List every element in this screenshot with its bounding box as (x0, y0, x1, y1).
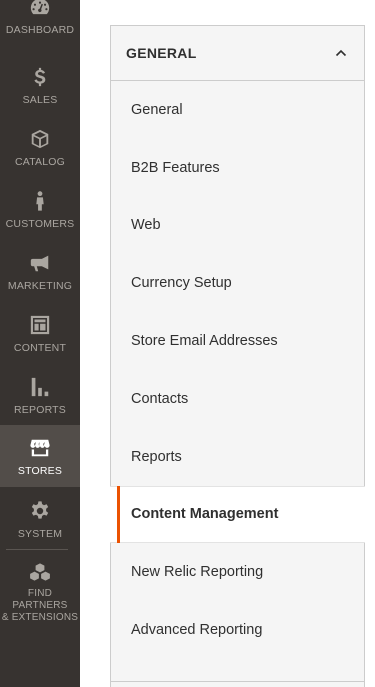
nav-label: SYSTEM (17, 528, 63, 540)
nav-item-sales[interactable]: SALES (0, 62, 80, 124)
nav-label: CATALOG (14, 156, 66, 168)
nav-item-customers[interactable]: CUSTOMERS (0, 186, 80, 248)
tab-reports[interactable]: Reports (111, 428, 364, 486)
tab-general[interactable]: General (111, 81, 364, 139)
person-icon (29, 190, 51, 212)
tab-b2b-features[interactable]: B2B Features (111, 139, 364, 197)
config-tab-list: General B2B Features Web Currency Setup … (110, 81, 365, 659)
nav-label: CUSTOMERS (5, 218, 75, 230)
panel-divider (111, 681, 364, 682)
nav-item-catalog[interactable]: CATALOG (0, 124, 80, 186)
config-tabs-panel: GENERAL General B2B Features Web Currenc… (110, 25, 365, 687)
admin-page: DASHBOARD SALES CATALOG CUSTOMERS MARKET (0, 0, 375, 687)
dashboard-icon (29, 0, 51, 18)
nav-label: DASHBOARD (5, 24, 75, 36)
megaphone-icon (29, 252, 51, 274)
bar-chart-icon (29, 376, 51, 398)
tab-web[interactable]: Web (111, 197, 364, 255)
tab-new-relic-reporting[interactable]: New Relic Reporting (111, 543, 364, 601)
tab-advanced-reporting[interactable]: Advanced Reporting (111, 601, 364, 659)
tab-currency-setup[interactable]: Currency Setup (111, 254, 364, 312)
cube-icon (29, 128, 51, 150)
section-title: GENERAL (126, 45, 197, 61)
boxes-icon (29, 562, 51, 584)
nav-label: REPORTS (14, 404, 66, 416)
storefront-icon (29, 437, 51, 459)
nav-label: MARKETING (7, 280, 73, 292)
nav-item-marketing[interactable]: MARKETING (0, 248, 80, 310)
gear-icon (29, 500, 51, 522)
tab-content-management[interactable]: Content Management (110, 485, 365, 544)
nav-label: CONTENT (13, 342, 67, 354)
nav-item-content[interactable]: CONTENT (0, 310, 80, 372)
nav-item-dashboard[interactable]: DASHBOARD (0, 0, 80, 54)
nav-item-find-partners[interactable]: FIND PARTNERS & EXTENSIONS (0, 558, 80, 624)
nav-label: FIND PARTNERS & EXTENSIONS (1, 588, 79, 623)
tab-store-email-addresses[interactable]: Store Email Addresses (111, 312, 364, 370)
general-section-header[interactable]: GENERAL (111, 26, 364, 81)
nav-item-stores[interactable]: STORES (0, 425, 80, 487)
nav-label: SALES (22, 94, 58, 106)
layout-icon (29, 314, 51, 336)
nav-divider (6, 549, 68, 550)
admin-sidebar: DASHBOARD SALES CATALOG CUSTOMERS MARKET (0, 0, 80, 687)
dollar-icon (29, 66, 51, 88)
tab-contacts[interactable]: Contacts (111, 370, 364, 428)
nav-label: STORES (17, 465, 63, 477)
chevron-up-icon[interactable] (334, 46, 348, 60)
